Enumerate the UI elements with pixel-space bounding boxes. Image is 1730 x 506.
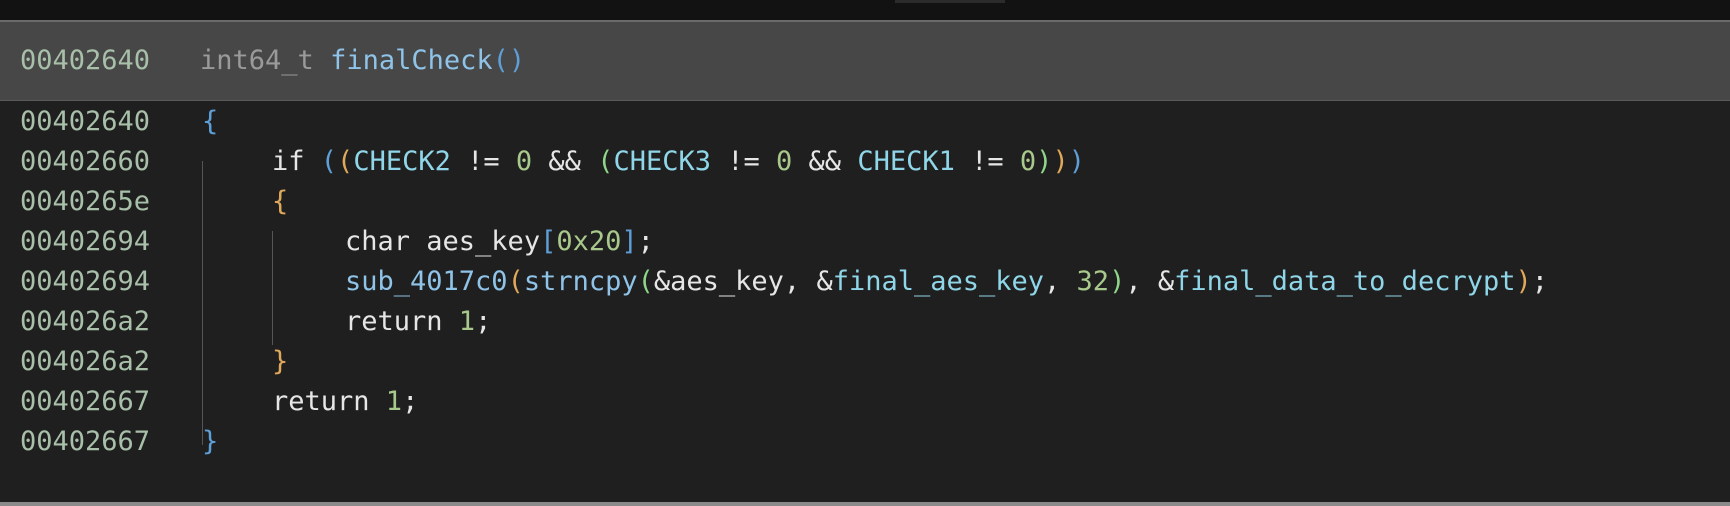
line-source[interactable]: return 1; — [272, 382, 418, 422]
code-token[interactable]: != — [955, 146, 1020, 177]
line-source[interactable]: char aes_key[0x20]; — [345, 222, 654, 262]
code-line[interactable]: 00402667 return 1; — [0, 382, 1730, 422]
code-token[interactable]: final_aes_key — [833, 266, 1044, 297]
code-token[interactable]: } — [202, 426, 218, 457]
code-line[interactable]: 004026a2} — [0, 342, 1730, 382]
code-token[interactable]: return — [272, 386, 386, 417]
function-parens: () — [492, 45, 526, 76]
code-token[interactable]: ) — [1052, 146, 1068, 177]
return-type: int64_t — [200, 45, 314, 76]
code-token[interactable]: sub_4017c0 — [345, 266, 508, 297]
code-line[interactable]: 00402640 { — [0, 102, 1730, 142]
code-token[interactable]: return — [345, 306, 459, 337]
code-token[interactable]: ( — [597, 146, 613, 177]
code-token[interactable]: 0 — [516, 146, 532, 177]
bottom-divider — [0, 502, 1730, 506]
code-token[interactable]: ( — [508, 266, 524, 297]
line-address[interactable]: 004026a2 — [20, 302, 150, 342]
code-token[interactable]: ( — [337, 146, 353, 177]
function-name[interactable]: finalCheck — [330, 45, 493, 76]
line-source[interactable]: } — [272, 342, 288, 382]
code-token[interactable]: } — [272, 346, 288, 377]
code-token[interactable]: ; — [402, 386, 418, 417]
code-line[interactable]: 0040265e { — [0, 182, 1730, 222]
decompiled-code-view[interactable]: 00402640{00402660 if ((CHECK2 != 0 && (CH… — [0, 101, 1730, 502]
line-source[interactable]: if ((CHECK2 != 0 && (CHECK3 != 0 && CHEC… — [272, 142, 1085, 182]
line-source[interactable]: { — [272, 182, 288, 222]
line-source[interactable]: } — [202, 422, 218, 462]
line-address[interactable]: 004026a2 — [20, 342, 150, 382]
code-token[interactable]: ( — [638, 266, 654, 297]
line-address[interactable]: 0040265e — [20, 182, 150, 222]
code-token[interactable]: if — [272, 146, 321, 177]
function-address[interactable]: 00402640 — [20, 45, 150, 76]
line-source[interactable]: { — [202, 102, 218, 142]
code-token[interactable]: ; — [475, 306, 491, 337]
code-token[interactable]: CHECK1 — [857, 146, 955, 177]
code-token[interactable]: ) — [1109, 266, 1125, 297]
code-token[interactable]: , — [1044, 266, 1077, 297]
code-token[interactable]: ) — [1036, 146, 1052, 177]
code-token[interactable]: ( — [321, 146, 337, 177]
code-token[interactable]: CHECK3 — [613, 146, 711, 177]
code-token[interactable]: strncpy — [524, 266, 638, 297]
window-top-bar — [0, 0, 1730, 20]
code-token[interactable]: != — [711, 146, 776, 177]
function-signature[interactable]: int64_t finalCheck() — [200, 45, 525, 76]
code-line[interactable]: 00402694 sub_4017c0(strncpy(&aes_key, &fi… — [0, 262, 1730, 302]
code-line[interactable]: 00402667} — [0, 422, 1730, 462]
code-token[interactable]: 1 — [459, 306, 475, 337]
code-token[interactable]: ; — [638, 226, 654, 257]
code-token[interactable]: , & — [1125, 266, 1174, 297]
code-token[interactable]: &aes_key, & — [654, 266, 833, 297]
tab-indicator[interactable] — [895, 0, 1005, 3]
line-address[interactable]: 00402694 — [20, 262, 150, 302]
code-token[interactable]: char — [345, 226, 426, 257]
code-token[interactable]: 0 — [1020, 146, 1036, 177]
code-line[interactable]: 00402660 if ((CHECK2 != 0 && (CHECK3 != 0… — [0, 142, 1730, 182]
code-token[interactable]: ] — [621, 226, 637, 257]
code-line[interactable]: 004026a2 return 1; — [0, 302, 1730, 342]
line-address[interactable]: 00402667 — [20, 382, 150, 422]
function-header[interactable]: 00402640 int64_t finalCheck() — [0, 22, 1730, 101]
code-token[interactable]: [ — [540, 226, 556, 257]
code-token[interactable]: 0x20 — [556, 226, 621, 257]
code-token[interactable]: { — [272, 186, 288, 217]
code-token[interactable]: ) — [1069, 146, 1085, 177]
code-token[interactable]: CHECK2 — [353, 146, 451, 177]
code-token[interactable]: { — [202, 106, 218, 137]
line-source[interactable]: return 1; — [345, 302, 491, 342]
code-token[interactable]: ) — [1515, 266, 1531, 297]
line-address[interactable]: 00402640 — [20, 102, 150, 142]
code-token[interactable]: aes_key — [426, 226, 540, 257]
line-source[interactable]: sub_4017c0(strncpy(&aes_key, &final_aes_… — [345, 262, 1548, 302]
code-token[interactable]: != — [451, 146, 516, 177]
code-token[interactable]: ; — [1532, 266, 1548, 297]
line-address[interactable]: 00402694 — [20, 222, 150, 262]
code-token[interactable]: 0 — [776, 146, 792, 177]
code-token[interactable]: 1 — [386, 386, 402, 417]
line-address[interactable]: 00402667 — [20, 422, 150, 462]
code-token[interactable]: && — [532, 146, 597, 177]
code-token[interactable]: 32 — [1077, 266, 1110, 297]
line-address[interactable]: 00402660 — [20, 142, 150, 182]
code-line[interactable]: 00402694 char aes_key[0x20]; — [0, 222, 1730, 262]
code-token[interactable]: final_data_to_decrypt — [1174, 266, 1515, 297]
code-token[interactable]: && — [792, 146, 857, 177]
